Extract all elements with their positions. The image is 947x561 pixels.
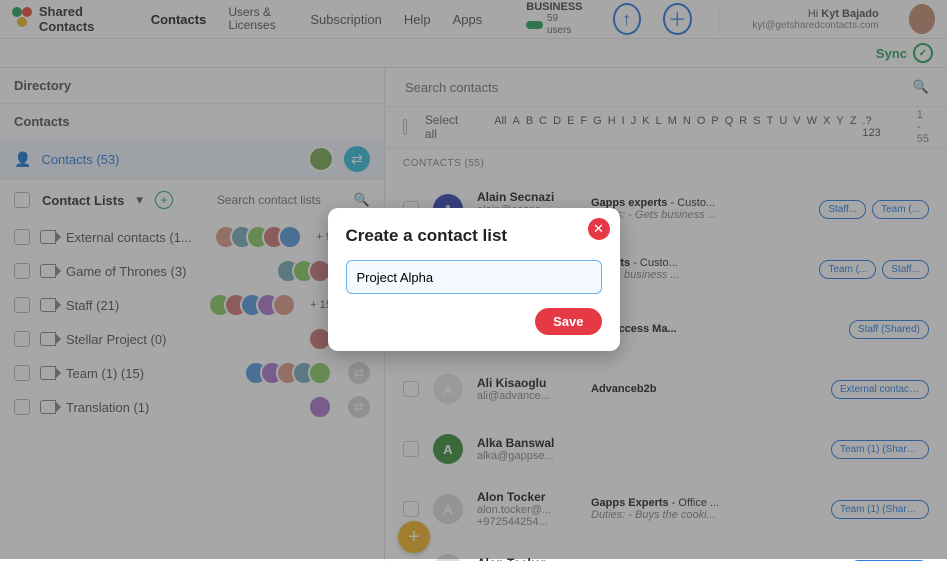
close-icon[interactable]: ✕ xyxy=(588,218,610,240)
modal-title: Create a contact list xyxy=(346,226,602,246)
create-list-modal: ✕ Create a contact list Save xyxy=(328,208,620,351)
list-name-input[interactable] xyxy=(346,260,602,294)
save-button[interactable]: Save xyxy=(535,308,601,335)
modal-overlay: ✕ Create a contact list Save xyxy=(0,0,947,559)
